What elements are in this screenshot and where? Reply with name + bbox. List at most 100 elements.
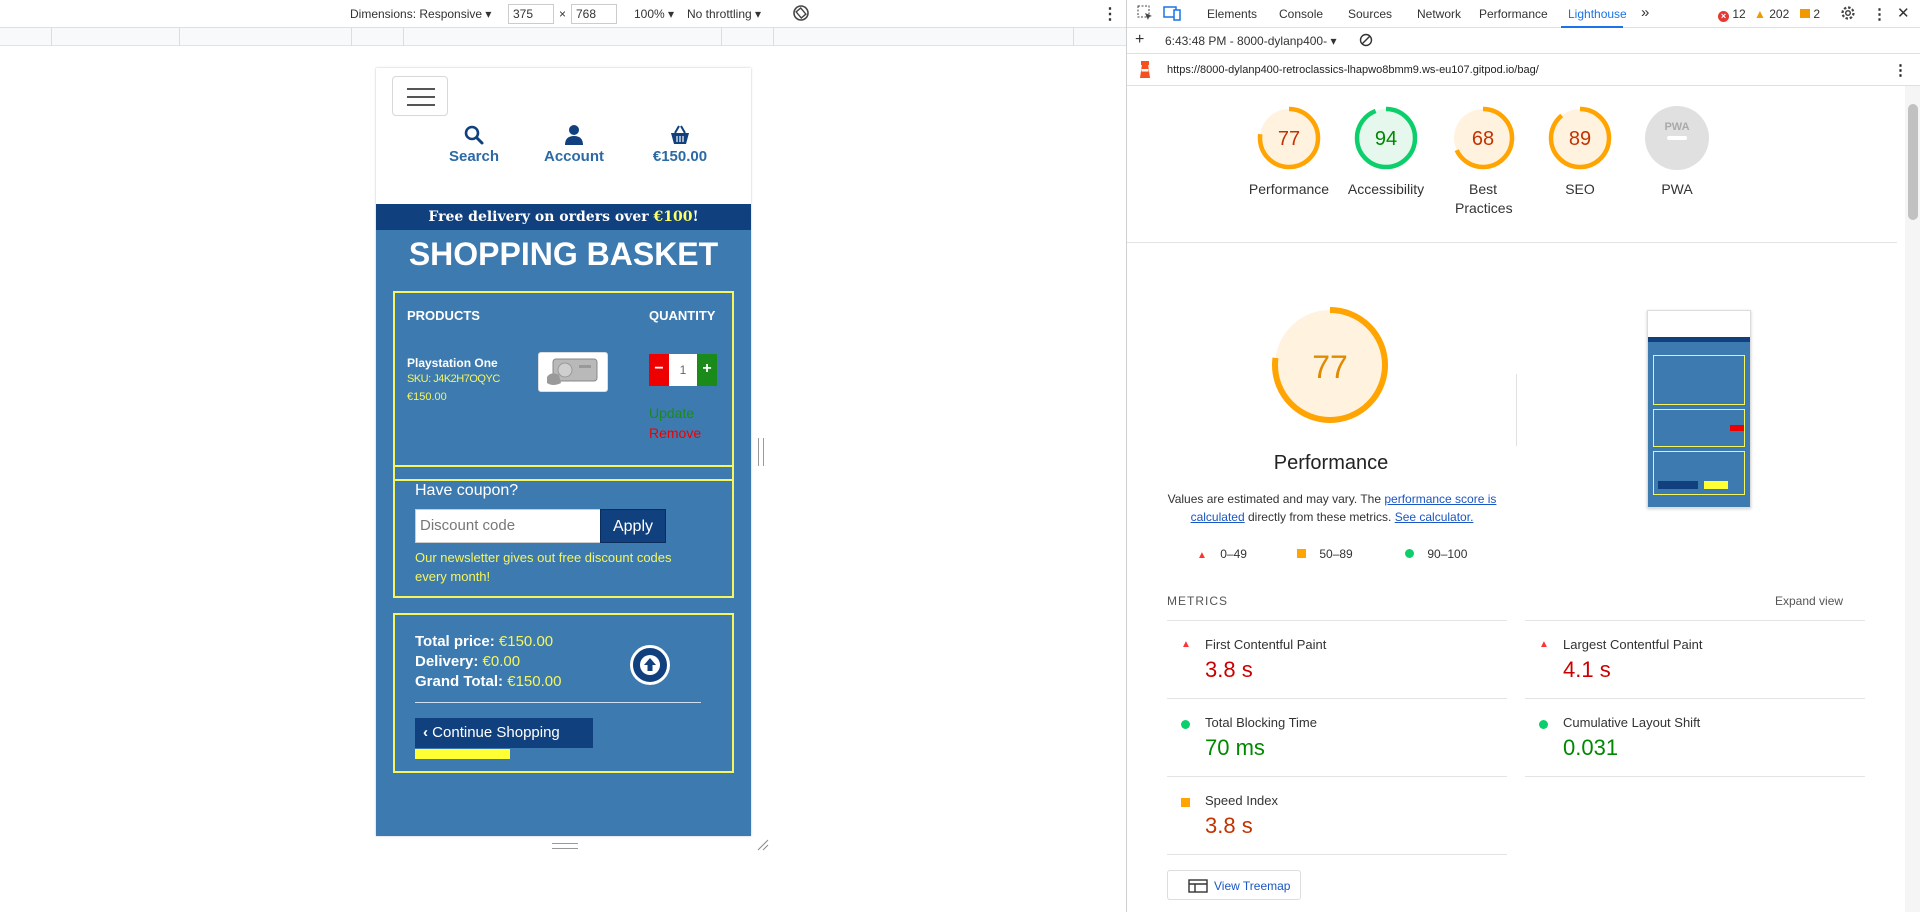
tab-lighthouse[interactable]: Lighthouse <box>1568 7 1627 21</box>
gauge-label: SEO <box>1565 181 1595 197</box>
update-link[interactable]: Update <box>649 405 694 421</box>
metric-label: Total Blocking Time <box>1205 715 1317 730</box>
gauge-accessibility[interactable]: 94 <box>1352 104 1420 172</box>
viewport-resize-handle-right[interactable] <box>758 438 764 466</box>
report-url-bar: https://8000-dylanp400-retroclassics-lha… <box>1127 54 1920 86</box>
rotate-icon[interactable] <box>792 4 810 25</box>
media-segment[interactable] <box>52 28 180 46</box>
tab-network[interactable]: Network <box>1417 7 1461 21</box>
gauge-performance[interactable]: 77 <box>1255 104 1323 172</box>
inspect-element-icon[interactable] <box>1137 5 1153 24</box>
metric-label: Cumulative Layout Shift <box>1563 715 1701 730</box>
coupon-title: Have coupon? <box>415 482 519 499</box>
metric-value: 0.031 <box>1563 735 1619 760</box>
lighthouse-toolbar: + 6:43:48 PM - 8000-dylanp400- ▾ <box>1127 28 1920 54</box>
continue-shopping-button[interactable]: ‹ Continue Shopping <box>415 718 593 748</box>
estimate-note: Values are estimated and may vary. The p… <box>1167 490 1497 526</box>
expand-view-link[interactable]: Expand view <box>1775 594 1843 608</box>
tab-console[interactable]: Console <box>1279 7 1323 21</box>
warning-icon: ▲ <box>1754 7 1766 21</box>
quantity-decrease-button[interactable]: − <box>649 354 669 386</box>
dimensions-dropdown[interactable]: Dimensions: Responsive ▾ <box>350 7 491 21</box>
delivery-label: Delivery: <box>415 653 479 670</box>
clear-reports-icon[interactable] <box>1359 33 1373 50</box>
chevron-down-icon: ▾ <box>668 7 675 21</box>
page-screenshot-thumbnail[interactable] <box>1647 310 1751 508</box>
report-menu-icon[interactable]: ⋮ <box>1893 61 1908 79</box>
width-input[interactable]: 375 <box>508 4 554 24</box>
legend-pass-label: 90–100 <box>1427 547 1468 561</box>
warnings-count: 202 <box>1769 7 1790 21</box>
viewport-resize-handle-bottom[interactable] <box>552 843 578 849</box>
quantity-input[interactable]: 1 <box>669 354 697 386</box>
delivery-value: €0.00 <box>482 653 521 670</box>
zoom-label: 100% <box>634 7 665 21</box>
gauge-label: PWA <box>1661 181 1693 197</box>
gauge-seo[interactable]: 89 <box>1546 104 1614 172</box>
apply-coupon-button[interactable]: Apply <box>600 509 666 543</box>
settings-gear-icon[interactable] <box>1840 5 1856 24</box>
gauge-best-practices[interactable]: 68 <box>1449 104 1517 172</box>
gauge-label: Accessibility <box>1347 181 1425 197</box>
product-sku: SKU: J4K2H7OQYC <box>407 373 500 385</box>
more-options-icon[interactable]: ⋮ <box>1872 5 1887 23</box>
devtools-panel: Elements Console Sources Network Perform… <box>1126 0 1920 912</box>
viewport-resize-handle-corner[interactable] <box>756 838 770 852</box>
back-to-top-button[interactable] <box>630 645 670 685</box>
metrics-divider <box>1167 854 1507 855</box>
media-segment[interactable] <box>352 28 404 46</box>
dimensions-label: Dimensions: Responsive <box>350 7 483 21</box>
issues-badge[interactable]: 2 <box>1800 7 1820 21</box>
device-toolbar: Dimensions: Responsive ▾ 375 × 768 100% … <box>0 0 1126 28</box>
more-tabs-icon[interactable]: » <box>1641 4 1649 21</box>
media-segment[interactable] <box>774 28 1074 46</box>
discount-code-input[interactable]: Discount code <box>415 509 601 543</box>
nav-search-label: Search <box>448 148 500 165</box>
hamburger-menu-button[interactable] <box>392 76 448 116</box>
height-input[interactable]: 768 <box>571 4 617 24</box>
metric-value: 3.8 s <box>1205 657 1253 682</box>
view-treemap-button[interactable]: View Treemap <box>1167 870 1301 900</box>
gauge-pwa[interactable]: PWA <box>1643 104 1711 172</box>
see-calculator-link[interactable]: See calculator. <box>1395 510 1474 524</box>
media-segment[interactable] <box>180 28 352 46</box>
nav-search-link[interactable]: Search <box>444 124 504 165</box>
legend-average: 50–89 <box>1297 547 1353 561</box>
tab-performance[interactable]: Performance <box>1479 7 1548 21</box>
tab-elements[interactable]: Elements <box>1207 7 1257 21</box>
product-image[interactable] <box>538 352 608 392</box>
metric-value: 4.1 s <box>1563 657 1611 682</box>
media-segment[interactable] <box>0 28 52 46</box>
gauge-label: Best Practices <box>1455 181 1513 216</box>
device-toggle-icon[interactable] <box>1163 5 1181 24</box>
page-title: SHOPPING BASKET <box>408 236 719 272</box>
error-icon: × <box>1718 11 1729 22</box>
nav-basket-link[interactable]: €150.00 <box>642 124 718 165</box>
close-icon[interactable]: ✕ <box>1897 4 1910 22</box>
zoom-dropdown[interactable]: 100% ▾ <box>634 7 674 21</box>
throttling-dropdown[interactable]: No throttling ▾ <box>687 7 761 21</box>
products-header: PRODUCTS <box>407 308 480 323</box>
report-selector[interactable]: 6:43:48 PM - 8000-dylanp400- ▾ <box>1165 34 1336 48</box>
errors-badge[interactable]: × 12 <box>1718 7 1746 22</box>
legend-pass: 90–100 <box>1405 547 1467 561</box>
new-report-icon[interactable]: + <box>1135 31 1144 49</box>
report-scrollbar-thumb[interactable] <box>1908 104 1918 220</box>
metric-value: 3.8 s <box>1205 813 1253 838</box>
issue-icon <box>1800 9 1810 18</box>
nav-account-link[interactable]: Account <box>538 124 610 165</box>
report-url[interactable]: https://8000-dylanp400-retroclassics-lha… <box>1167 64 1539 76</box>
secure-checkout-button[interactable] <box>415 749 510 759</box>
media-segment[interactable] <box>404 28 722 46</box>
remove-link[interactable]: Remove <box>649 425 701 441</box>
quantity-increase-button[interactable]: + <box>697 354 717 386</box>
circle-icon <box>1539 720 1548 729</box>
banner-prefix: Free delivery on orders over <box>428 209 654 225</box>
gauge-score-text: 68 <box>1472 128 1494 150</box>
main-performance-gauge[interactable]: 77 <box>1269 304 1391 426</box>
basket-icon <box>671 125 689 144</box>
media-segment[interactable] <box>722 28 774 46</box>
more-options-icon[interactable]: ⋮ <box>1102 4 1118 24</box>
tab-sources[interactable]: Sources <box>1348 7 1392 21</box>
warnings-badge[interactable]: ▲ 202 <box>1754 7 1789 21</box>
